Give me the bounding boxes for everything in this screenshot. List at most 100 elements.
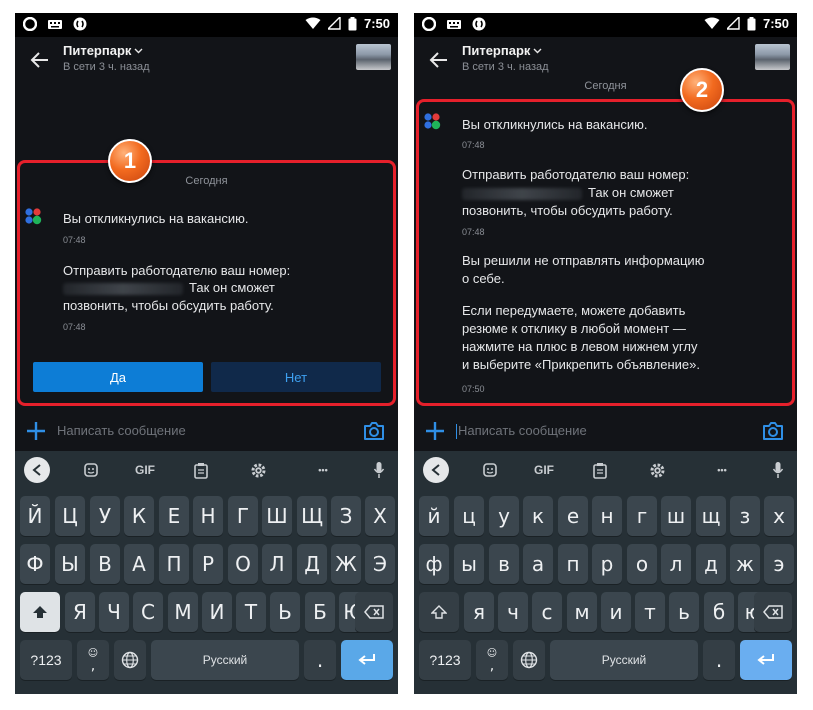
language-key[interactable] — [513, 640, 545, 680]
key[interactable]: я — [464, 592, 494, 632]
key[interactable]: Ш — [262, 496, 292, 536]
vacancy-thumbnail[interactable] — [755, 44, 790, 70]
key[interactable]: р — [592, 544, 622, 584]
key[interactable]: ч — [498, 592, 528, 632]
key[interactable]: а — [523, 544, 553, 584]
gear-icon[interactable] — [647, 460, 667, 480]
language-key[interactable] — [114, 640, 146, 680]
key[interactable]: о — [627, 544, 657, 584]
key[interactable]: Б — [305, 592, 335, 632]
key[interactable]: ж — [730, 544, 760, 584]
key[interactable]: Г — [228, 496, 258, 536]
key[interactable]: Ц — [55, 496, 85, 536]
backspace-key[interactable] — [355, 592, 393, 632]
key[interactable]: А — [124, 544, 154, 584]
key[interactable]: У — [90, 496, 120, 536]
contact-name-dropdown[interactable]: Питерпарк — [462, 43, 542, 58]
key[interactable]: б — [704, 592, 734, 632]
key[interactable]: н — [592, 496, 622, 536]
key[interactable]: к — [523, 496, 553, 536]
camera-icon[interactable] — [761, 419, 785, 443]
message-input[interactable]: Написать сообщение — [456, 423, 587, 440]
space-bar[interactable]: Русский — [550, 640, 698, 680]
key[interactable]: э — [764, 544, 794, 584]
key[interactable]: л — [661, 544, 691, 584]
period-key[interactable]: . — [304, 640, 336, 680]
key[interactable]: ь — [669, 592, 699, 632]
key[interactable]: Е — [159, 496, 189, 536]
key[interactable]: ц — [454, 496, 484, 536]
enter-key[interactable] — [740, 640, 792, 680]
key[interactable]: З — [331, 496, 361, 536]
key[interactable]: Д — [297, 544, 327, 584]
key[interactable]: Х — [365, 496, 395, 536]
key[interactable]: И — [202, 592, 232, 632]
key[interactable]: и — [601, 592, 631, 632]
key[interactable]: д — [696, 544, 726, 584]
key[interactable]: Л — [262, 544, 292, 584]
comma-key[interactable]: ☺, — [476, 640, 508, 680]
plus-icon[interactable] — [424, 420, 446, 442]
key[interactable]: Т — [236, 592, 266, 632]
key[interactable]: Э — [365, 544, 395, 584]
key[interactable]: п — [558, 544, 588, 584]
microphone-icon[interactable] — [770, 460, 786, 480]
key[interactable]: Ч — [99, 592, 129, 632]
shift-key[interactable] — [419, 592, 459, 632]
key[interactable]: Ь — [270, 592, 300, 632]
more-icon[interactable]: ••• — [710, 460, 734, 480]
gif-button[interactable]: GIF — [131, 460, 159, 480]
key[interactable]: ф — [419, 544, 449, 584]
collapse-icon[interactable] — [423, 457, 449, 483]
microphone-icon[interactable] — [371, 460, 387, 480]
key[interactable]: е — [558, 496, 588, 536]
gear-icon[interactable] — [248, 460, 268, 480]
contact-name-dropdown[interactable]: Питерпарк — [63, 43, 143, 58]
key[interactable]: с — [532, 592, 562, 632]
key[interactable]: й — [419, 496, 449, 536]
key[interactable]: Й — [20, 496, 50, 536]
key[interactable]: Я — [65, 592, 95, 632]
key[interactable]: Ж — [331, 544, 361, 584]
vacancy-thumbnail[interactable] — [356, 44, 391, 70]
key[interactable]: в — [489, 544, 519, 584]
comma-key[interactable]: ☺, — [77, 640, 109, 680]
gif-button[interactable]: GIF — [530, 460, 558, 480]
key[interactable]: з — [730, 496, 760, 536]
key[interactable]: ы — [454, 544, 484, 584]
key[interactable]: т — [635, 592, 665, 632]
collapse-icon[interactable] — [24, 457, 50, 483]
key[interactable]: К — [124, 496, 154, 536]
key[interactable]: Ы — [55, 544, 85, 584]
sticker-icon[interactable] — [480, 460, 500, 480]
key[interactable]: М — [168, 592, 198, 632]
key[interactable]: х — [764, 496, 794, 536]
space-bar[interactable]: Русский — [151, 640, 299, 680]
more-icon[interactable]: ••• — [311, 460, 335, 480]
key[interactable]: ш — [661, 496, 691, 536]
key[interactable]: щ — [696, 496, 726, 536]
key[interactable]: О — [228, 544, 258, 584]
sticker-icon[interactable] — [81, 460, 101, 480]
plus-icon[interactable] — [25, 420, 47, 442]
key[interactable]: Н — [193, 496, 223, 536]
period-key[interactable]: . — [703, 640, 735, 680]
key[interactable]: у — [489, 496, 519, 536]
back-arrow-icon[interactable] — [29, 49, 51, 71]
message-input[interactable]: Написать сообщение — [57, 423, 186, 438]
backspace-key[interactable] — [754, 592, 792, 632]
camera-icon[interactable] — [362, 419, 386, 443]
key[interactable]: П — [159, 544, 189, 584]
key[interactable]: Щ — [297, 496, 327, 536]
key[interactable]: В — [90, 544, 120, 584]
clipboard-icon[interactable] — [590, 460, 610, 480]
clipboard-icon[interactable] — [191, 460, 211, 480]
symbols-key[interactable]: ?123 — [419, 640, 471, 680]
key[interactable]: Ф — [20, 544, 50, 584]
enter-key[interactable] — [341, 640, 393, 680]
back-arrow-icon[interactable] — [428, 49, 450, 71]
key[interactable]: Р — [193, 544, 223, 584]
key[interactable]: м — [567, 592, 597, 632]
symbols-key[interactable]: ?123 — [20, 640, 72, 680]
key[interactable]: г — [627, 496, 657, 536]
